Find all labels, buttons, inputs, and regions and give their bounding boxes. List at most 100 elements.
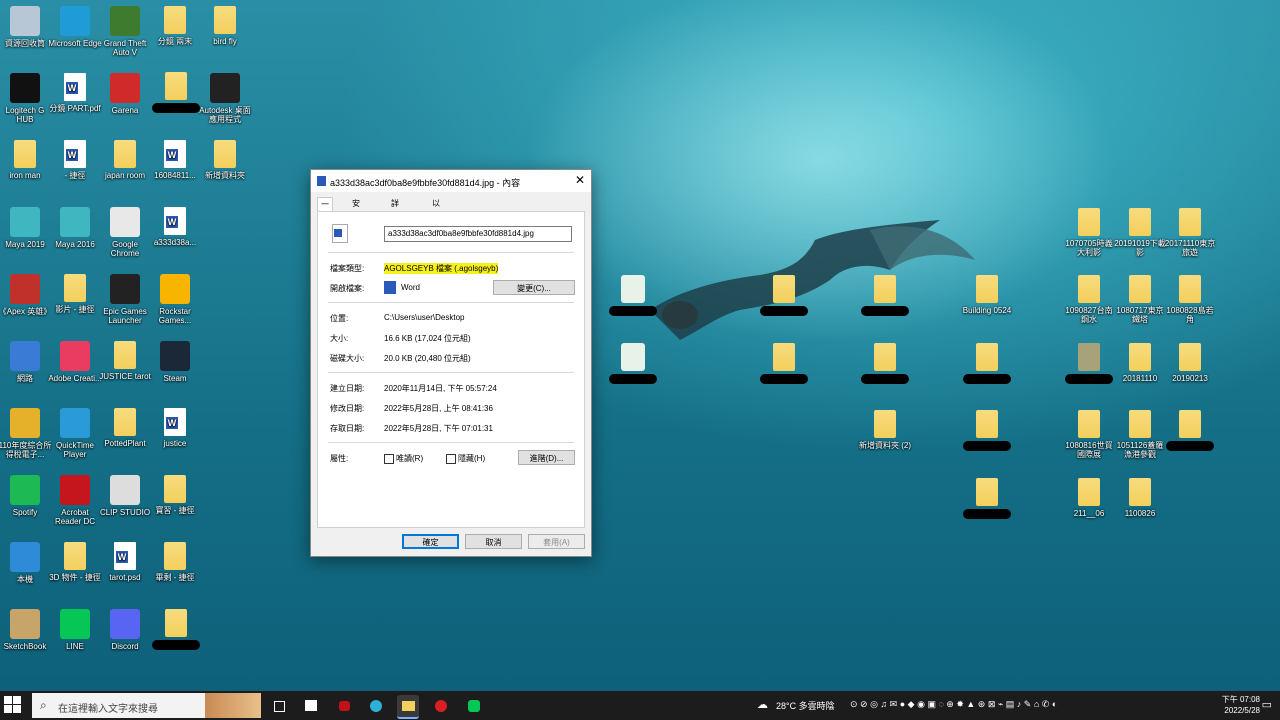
desktop-folder[interactable]: 211__06 bbox=[1062, 478, 1116, 518]
desktop-icon[interactable]: LINE bbox=[48, 609, 102, 651]
desktop-folder[interactable]: 1080717東京鐵塔 bbox=[1113, 275, 1167, 324]
desktop-folder[interactable]: 1090827台南鋼水 bbox=[1062, 275, 1116, 324]
desktop-icon[interactable]: Logitech G HUB bbox=[0, 73, 52, 124]
garena-taskbar-icon[interactable] bbox=[333, 695, 355, 717]
desktop-icon[interactable]: Maya 2016 bbox=[48, 207, 102, 249]
desktop-folder[interactable]: 新增資料夾 (2) bbox=[858, 410, 912, 450]
desktop-icon-redacted[interactable] bbox=[1163, 410, 1217, 453]
desktop-icon-redacted[interactable] bbox=[960, 343, 1014, 386]
acrobat-icon bbox=[60, 475, 90, 505]
file-explorer-taskbar-icon[interactable] bbox=[397, 695, 419, 719]
desktop-icon-redacted[interactable] bbox=[858, 275, 912, 318]
desktop-icon[interactable]: Adobe Creati... bbox=[48, 341, 102, 383]
desktop-folder[interactable]: 20190213 bbox=[1163, 343, 1217, 383]
tab-details[interactable]: 詳細資料 bbox=[388, 197, 402, 247]
desktop-folder[interactable]: 1070705時義大利影 bbox=[1062, 208, 1116, 257]
desktop-icon[interactable]: iron man bbox=[0, 140, 52, 180]
start-button[interactable] bbox=[4, 696, 22, 714]
desktop-folder[interactable]: Building 0524 bbox=[960, 275, 1014, 315]
desktop-icon[interactable]: Garena bbox=[98, 73, 152, 115]
desktop-icon[interactable]: 分鏡 PART.pdf bbox=[48, 73, 102, 113]
weather-text[interactable]: 28°C 多雲時陰 bbox=[776, 699, 835, 712]
readonly-checkbox[interactable]: 唯讀(R) bbox=[384, 453, 423, 464]
desktop-icon[interactable]: japan room bbox=[98, 140, 152, 180]
desktop-icon-redacted[interactable] bbox=[606, 275, 660, 318]
close-icon[interactable]: ✕ bbox=[575, 173, 585, 187]
desktop-icon[interactable]: 影片 - 捷徑 bbox=[48, 274, 102, 314]
desktop-icon-redacted[interactable] bbox=[858, 343, 912, 386]
desktop-icon[interactable]: 寶習 - 捷徑 bbox=[148, 475, 202, 515]
desktop-icon[interactable]: 資源回收筒 bbox=[0, 6, 52, 48]
desktop-icon-redacted[interactable] bbox=[1062, 343, 1116, 386]
desktop-icon[interactable]: Google Chrome bbox=[98, 207, 152, 258]
desktop-icon[interactable]: QuickTime Player bbox=[48, 408, 102, 459]
desktop-icon[interactable]: 3D 物件 - 捷徑 bbox=[48, 542, 102, 582]
filename-field[interactable]: a333d38ac3df0ba8e9fbbfe30fd881d4.jpg bbox=[384, 226, 572, 242]
desktop-icon-redacted[interactable] bbox=[757, 343, 811, 386]
desktop-icon[interactable]: Discord bbox=[98, 609, 152, 651]
desktop-icon[interactable]: - 捷徑 bbox=[48, 140, 102, 180]
desktop-icon[interactable]: SketchBook bbox=[0, 609, 52, 651]
desktop-icon[interactable]: Microsoft Edge bbox=[48, 6, 102, 48]
desktop-icon-redacted[interactable] bbox=[606, 343, 660, 386]
folder-icon bbox=[164, 6, 186, 34]
desktop-icon[interactable]: bird fly bbox=[198, 6, 252, 46]
desktop-icon[interactable]: Rockstar Games... bbox=[148, 274, 202, 325]
desktop-icon-label: Steam bbox=[163, 374, 187, 383]
tab-security[interactable]: 安全性 bbox=[349, 197, 363, 234]
desktop-icon[interactable]: Grand Theft Auto V bbox=[98, 6, 152, 57]
desktop-icon[interactable]: 110年度綜合所得稅電子... bbox=[0, 408, 52, 459]
desktop-icon-redacted[interactable] bbox=[757, 275, 811, 318]
desktop-icon[interactable]: CLIP STUDIO bbox=[98, 475, 152, 517]
advanced-button[interactable]: 進階(D)... bbox=[518, 450, 575, 465]
edge-taskbar-icon[interactable] bbox=[365, 695, 387, 717]
desktop-icon[interactable]: 分鏡 兩末 bbox=[148, 6, 202, 46]
desktop-icon[interactable]: 本機 bbox=[0, 542, 52, 584]
desktop-icon[interactable]: 畢剩 - 捷徑 bbox=[148, 542, 202, 582]
cancel-button[interactable]: 取消 bbox=[465, 534, 522, 549]
desktop-icon[interactable]: Acrobat Reader DC bbox=[48, 475, 102, 526]
desktop-icon[interactable]: Steam bbox=[148, 341, 202, 383]
desktop-icon[interactable]: Maya 2019 bbox=[0, 207, 52, 249]
desktop-icon[interactable]: Spotify bbox=[0, 475, 52, 517]
desktop-icon[interactable]: tarot.psd bbox=[98, 542, 152, 582]
desktop-folder[interactable]: 1080828島若角 bbox=[1163, 275, 1217, 324]
weather-icon[interactable]: ☁ bbox=[757, 698, 768, 711]
redaction-mark bbox=[152, 103, 200, 113]
desktop-icon[interactable]: 16084811... bbox=[148, 140, 202, 180]
desktop-folder[interactable]: 20171110東京旅遊 bbox=[1163, 208, 1217, 257]
desktop-folder[interactable]: 1080816世貿國際展 bbox=[1062, 410, 1116, 459]
hidden-checkbox[interactable]: 隱藏(H) bbox=[446, 453, 485, 464]
dialog-titlebar[interactable]: a333d38ac3df0ba8e9fbbfe30fd881d4.jpg - 內… bbox=[311, 170, 591, 192]
taskbar-search-box[interactable]: ⌕ 在這裡輸入文字來搜尋 bbox=[32, 693, 261, 718]
task-view-icon[interactable] bbox=[268, 695, 290, 717]
app-taskbar-icon[interactable] bbox=[430, 695, 452, 717]
tab-general[interactable]: 一般 bbox=[317, 197, 333, 222]
desktop-folder[interactable]: 20191019下載影 bbox=[1113, 208, 1167, 257]
tray-icons[interactable]: ⊙ ⊘ ◎ ♫ ✉ ● ◆ ◉ ▣ ◌ ⊕ ✸ ▲ ⊛ ⊠ ⌁ ▤ ♪ ✎ ⌂ … bbox=[850, 699, 1057, 710]
tab-previous-versions[interactable]: 以前的版本 bbox=[429, 197, 443, 260]
desktop-icon-redacted[interactable] bbox=[149, 609, 203, 652]
desktop-folder[interactable]: 20181110 bbox=[1113, 343, 1167, 383]
desktop-icon-redacted[interactable] bbox=[960, 478, 1014, 521]
desktop-icon[interactable]: PottedPlant bbox=[98, 408, 152, 448]
desktop-folder[interactable]: 1100826 bbox=[1113, 478, 1167, 518]
ok-button[interactable]: 確定 bbox=[402, 534, 459, 549]
change-button[interactable]: 變更(C)... bbox=[493, 280, 575, 295]
desktop-icon[interactable]: JUSTICE tarot bbox=[98, 341, 152, 381]
desktop-icon[interactable]: 網路 bbox=[0, 341, 52, 383]
desktop-icon[interactable]: justice bbox=[148, 408, 202, 448]
desktop-icon-redacted[interactable] bbox=[149, 72, 203, 115]
desktop-folder[interactable]: 1051126蓋羅漁港參觀 bbox=[1113, 410, 1167, 459]
desktop-icon[interactable]: 新增資料夾 bbox=[198, 140, 252, 180]
line-taskbar-icon[interactable] bbox=[463, 695, 485, 717]
desktop-icon[interactable]: Epic Games Launcher bbox=[98, 274, 152, 325]
store-icon[interactable] bbox=[300, 695, 322, 717]
desktop-icon[interactable]: Autodesk 桌面應用程式 bbox=[198, 73, 252, 124]
taskbar-clock[interactable]: 下午 07:08 2022/5/28 bbox=[1222, 694, 1260, 716]
desktop-icon[interactable]: a333d38a... bbox=[148, 207, 202, 247]
notification-icon[interactable]: ▭ bbox=[1262, 698, 1272, 711]
desktop-icon[interactable]: 《Apex 英雄》 bbox=[0, 274, 52, 316]
apply-button[interactable]: 套用(A) bbox=[528, 534, 585, 549]
desktop-icon-redacted[interactable] bbox=[960, 410, 1014, 453]
